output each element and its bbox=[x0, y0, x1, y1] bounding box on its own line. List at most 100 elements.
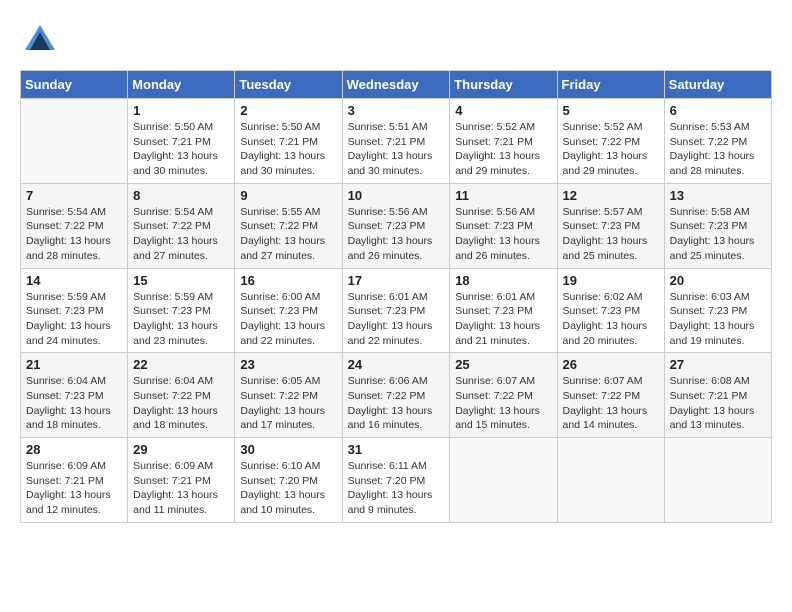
day-number: 14 bbox=[26, 273, 122, 288]
calendar-cell: 4 Sunrise: 5:52 AM Sunset: 7:21 PM Daylig… bbox=[450, 99, 557, 184]
day-info: Sunrise: 6:02 AM Sunset: 7:23 PM Dayligh… bbox=[563, 290, 659, 349]
weekday-header-wednesday: Wednesday bbox=[342, 71, 450, 99]
calendar-cell bbox=[664, 438, 771, 523]
day-info: Sunrise: 6:10 AM Sunset: 7:20 PM Dayligh… bbox=[240, 459, 336, 518]
calendar-cell: 17Sunrise: 6:01 AM Sunset: 7:23 PM Dayli… bbox=[342, 268, 450, 353]
day-info: Sunrise: 6:04 AM Sunset: 7:22 PM Dayligh… bbox=[133, 374, 229, 433]
day-number: 27 bbox=[670, 357, 766, 372]
calendar-cell: 14 Sunrise: 5:59 AM Sunset: 7:23 PM Dayli… bbox=[21, 268, 128, 353]
calendar-cell: 23 Sunrise: 6:05 AM Sunset: 7:22 PM Dayli… bbox=[235, 353, 342, 438]
day-info: Sunrise: 5:54 AM Sunset: 7:22 PM Dayligh… bbox=[133, 205, 229, 264]
calendar-cell: 12 Sunrise: 5:57 AM Sunset: 7:23 PM Dayli… bbox=[557, 183, 664, 268]
weekday-header-saturday: Saturday bbox=[664, 71, 771, 99]
day-info: Sunrise: 6:04 AM Sunset: 7:23 PM Dayligh… bbox=[26, 374, 122, 433]
day-info: Sunrise: 6:01 AM Sunset: 7:23 PM Dayligh… bbox=[348, 290, 445, 349]
day-number: 31 bbox=[348, 442, 445, 457]
day-number: 1 bbox=[133, 103, 229, 118]
calendar-cell: 2Sunrise: 5:50 AM Sunset: 7:21 PM Daylig… bbox=[235, 99, 342, 184]
day-info: Sunrise: 5:52 AM Sunset: 7:21 PM Dayligh… bbox=[455, 120, 551, 179]
calendar-table: SundayMondayTuesdayWednesdayThursdayFrid… bbox=[20, 70, 772, 523]
day-info: Sunrise: 5:56 AM Sunset: 7:23 PM Dayligh… bbox=[348, 205, 445, 264]
day-info: Sunrise: 6:00 AM Sunset: 7:23 PM Dayligh… bbox=[240, 290, 336, 349]
day-info: Sunrise: 5:52 AM Sunset: 7:22 PM Dayligh… bbox=[563, 120, 659, 179]
day-number: 30 bbox=[240, 442, 336, 457]
day-info: Sunrise: 6:09 AM Sunset: 7:21 PM Dayligh… bbox=[26, 459, 122, 518]
calendar-cell: 21 Sunrise: 6:04 AM Sunset: 7:23 PM Dayli… bbox=[21, 353, 128, 438]
day-info: Sunrise: 5:59 AM Sunset: 7:23 PM Dayligh… bbox=[133, 290, 229, 349]
calendar-cell: 1Sunrise: 5:50 AM Sunset: 7:21 PM Daylig… bbox=[128, 99, 235, 184]
calendar-cell: 26 Sunrise: 6:07 AM Sunset: 7:22 PM Dayli… bbox=[557, 353, 664, 438]
day-number: 19 bbox=[563, 273, 659, 288]
day-number: 29 bbox=[133, 442, 229, 457]
day-info: Sunrise: 5:54 AM Sunset: 7:22 PM Dayligh… bbox=[26, 205, 122, 264]
day-info: Sunrise: 5:57 AM Sunset: 7:23 PM Dayligh… bbox=[563, 205, 659, 264]
day-info: Sunrise: 5:58 AM Sunset: 7:23 PM Dayligh… bbox=[670, 205, 766, 264]
day-number: 8 bbox=[133, 188, 229, 203]
week-row-2: 7 Sunrise: 5:54 AM Sunset: 7:22 PM Daylig… bbox=[21, 183, 772, 268]
day-info: Sunrise: 6:11 AM Sunset: 7:20 PM Dayligh… bbox=[348, 459, 445, 518]
day-info: Sunrise: 6:08 AM Sunset: 7:21 PM Dayligh… bbox=[670, 374, 766, 433]
day-info: Sunrise: 6:01 AM Sunset: 7:23 PM Dayligh… bbox=[455, 290, 551, 349]
calendar-cell: 18Sunrise: 6:01 AM Sunset: 7:23 PM Dayli… bbox=[450, 268, 557, 353]
day-number: 4 bbox=[455, 103, 551, 118]
day-info: Sunrise: 5:56 AM Sunset: 7:23 PM Dayligh… bbox=[455, 205, 551, 264]
calendar-cell: 28 Sunrise: 6:09 AM Sunset: 7:21 PM Dayli… bbox=[21, 438, 128, 523]
weekday-header-monday: Monday bbox=[128, 71, 235, 99]
calendar-cell: 11 Sunrise: 5:56 AM Sunset: 7:23 PM Dayli… bbox=[450, 183, 557, 268]
calendar-cell bbox=[450, 438, 557, 523]
day-info: Sunrise: 5:53 AM Sunset: 7:22 PM Dayligh… bbox=[670, 120, 766, 179]
day-number: 10 bbox=[348, 188, 445, 203]
weekday-header-sunday: Sunday bbox=[21, 71, 128, 99]
calendar-cell: 27 Sunrise: 6:08 AM Sunset: 7:21 PM Dayli… bbox=[664, 353, 771, 438]
calendar-cell: 22 Sunrise: 6:04 AM Sunset: 7:22 PM Dayli… bbox=[128, 353, 235, 438]
day-info: Sunrise: 6:03 AM Sunset: 7:23 PM Dayligh… bbox=[670, 290, 766, 349]
day-number: 11 bbox=[455, 188, 551, 203]
calendar-cell: 31 Sunrise: 6:11 AM Sunset: 7:20 PM Dayli… bbox=[342, 438, 450, 523]
day-number: 3 bbox=[348, 103, 445, 118]
day-number: 20 bbox=[670, 273, 766, 288]
calendar-cell: 29Sunrise: 6:09 AM Sunset: 7:21 PM Dayli… bbox=[128, 438, 235, 523]
weekday-header-friday: Friday bbox=[557, 71, 664, 99]
week-row-3: 14 Sunrise: 5:59 AM Sunset: 7:23 PM Dayli… bbox=[21, 268, 772, 353]
calendar-cell: 9 Sunrise: 5:55 AM Sunset: 7:22 PM Daylig… bbox=[235, 183, 342, 268]
calendar-cell bbox=[557, 438, 664, 523]
day-number: 2 bbox=[240, 103, 336, 118]
weekday-header-tuesday: Tuesday bbox=[235, 71, 342, 99]
day-number: 6 bbox=[670, 103, 766, 118]
week-row-1: 1Sunrise: 5:50 AM Sunset: 7:21 PM Daylig… bbox=[21, 99, 772, 184]
day-number: 5 bbox=[563, 103, 659, 118]
calendar-cell: 15 Sunrise: 5:59 AM Sunset: 7:23 PM Dayli… bbox=[128, 268, 235, 353]
day-number: 15 bbox=[133, 273, 229, 288]
calendar-cell: 25Sunrise: 6:07 AM Sunset: 7:22 PM Dayli… bbox=[450, 353, 557, 438]
calendar-cell: 16 Sunrise: 6:00 AM Sunset: 7:23 PM Dayli… bbox=[235, 268, 342, 353]
calendar-cell: 6 Sunrise: 5:53 AM Sunset: 7:22 PM Daylig… bbox=[664, 99, 771, 184]
day-number: 26 bbox=[563, 357, 659, 372]
calendar-cell: 30 Sunrise: 6:10 AM Sunset: 7:20 PM Dayli… bbox=[235, 438, 342, 523]
week-row-5: 28 Sunrise: 6:09 AM Sunset: 7:21 PM Dayli… bbox=[21, 438, 772, 523]
page-header bbox=[20, 20, 772, 60]
day-number: 28 bbox=[26, 442, 122, 457]
day-number: 7 bbox=[26, 188, 122, 203]
weekday-header-thursday: Thursday bbox=[450, 71, 557, 99]
day-number: 9 bbox=[240, 188, 336, 203]
calendar-cell: 19 Sunrise: 6:02 AM Sunset: 7:23 PM Dayli… bbox=[557, 268, 664, 353]
calendar-cell: 10 Sunrise: 5:56 AM Sunset: 7:23 PM Dayli… bbox=[342, 183, 450, 268]
day-info: Sunrise: 5:51 AM Sunset: 7:21 PM Dayligh… bbox=[348, 120, 445, 179]
day-number: 22 bbox=[133, 357, 229, 372]
day-info: Sunrise: 6:05 AM Sunset: 7:22 PM Dayligh… bbox=[240, 374, 336, 433]
calendar-cell: 7 Sunrise: 5:54 AM Sunset: 7:22 PM Daylig… bbox=[21, 183, 128, 268]
day-info: Sunrise: 5:55 AM Sunset: 7:22 PM Dayligh… bbox=[240, 205, 336, 264]
day-info: Sunrise: 6:07 AM Sunset: 7:22 PM Dayligh… bbox=[563, 374, 659, 433]
logo bbox=[20, 20, 64, 60]
day-number: 16 bbox=[240, 273, 336, 288]
calendar-cell: 24Sunrise: 6:06 AM Sunset: 7:22 PM Dayli… bbox=[342, 353, 450, 438]
calendar-cell: 13Sunrise: 5:58 AM Sunset: 7:23 PM Dayli… bbox=[664, 183, 771, 268]
day-info: Sunrise: 5:59 AM Sunset: 7:23 PM Dayligh… bbox=[26, 290, 122, 349]
day-number: 21 bbox=[26, 357, 122, 372]
day-info: Sunrise: 6:07 AM Sunset: 7:22 PM Dayligh… bbox=[455, 374, 551, 433]
day-number: 23 bbox=[240, 357, 336, 372]
day-number: 12 bbox=[563, 188, 659, 203]
calendar-cell: 20 Sunrise: 6:03 AM Sunset: 7:23 PM Dayli… bbox=[664, 268, 771, 353]
weekday-header-row: SundayMondayTuesdayWednesdayThursdayFrid… bbox=[21, 71, 772, 99]
week-row-4: 21 Sunrise: 6:04 AM Sunset: 7:23 PM Dayli… bbox=[21, 353, 772, 438]
